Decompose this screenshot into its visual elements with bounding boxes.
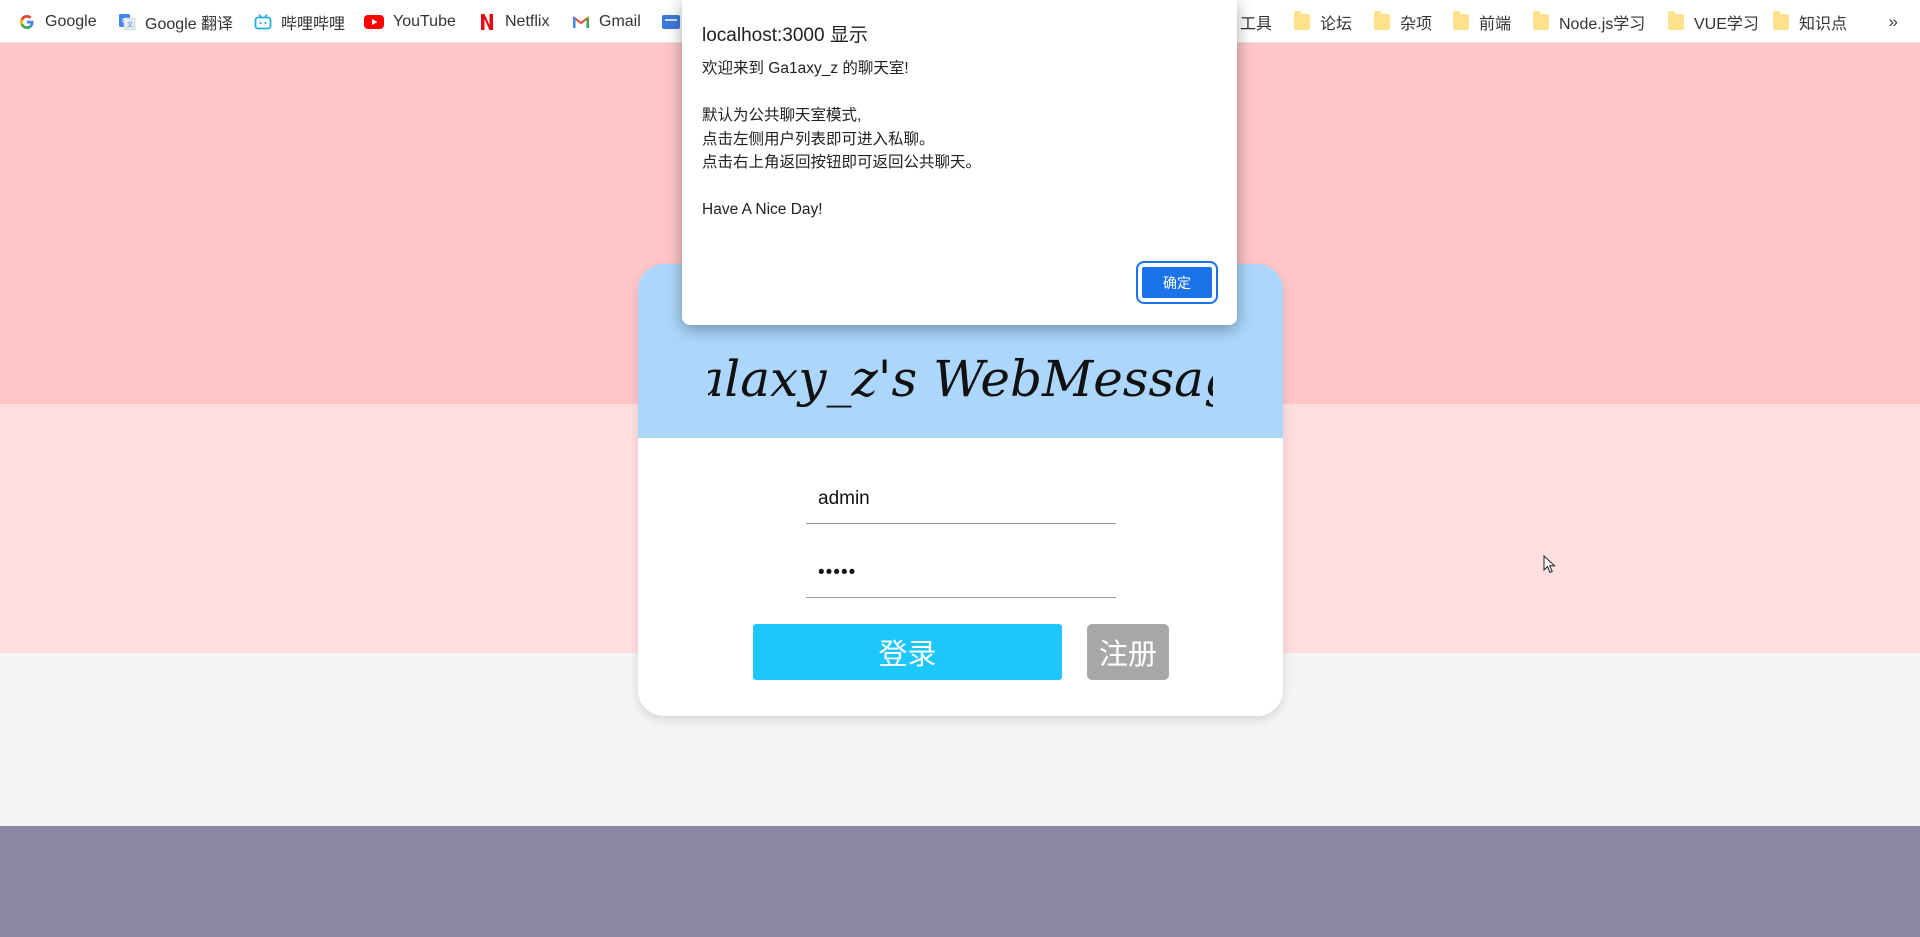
bookmark-label: Google (45, 12, 97, 30)
bookmark-label: 知识点 (1799, 15, 1848, 33)
folder-icon (1293, 10, 1311, 31)
google-icon (18, 13, 36, 31)
app-icon (662, 13, 680, 31)
register-button[interactable]: 注册 (1087, 624, 1169, 680)
folder-icon (1532, 10, 1550, 31)
bookmarks-overflow-button[interactable]: » (1889, 0, 1898, 43)
dialog-line: Have A Nice Day! (702, 201, 823, 218)
dialog-line: 默认为公共聊天室模式, (702, 107, 862, 124)
folder-icon (1667, 10, 1685, 31)
bookmark-google[interactable]: Google (18, 0, 97, 43)
dialog-line (702, 175, 981, 199)
bookmark-label: 论坛 (1320, 15, 1353, 33)
bookmark-label: 工具 (1240, 15, 1273, 33)
password-input[interactable] (806, 548, 1116, 598)
bookmark-partial[interactable] (662, 0, 680, 43)
dialog-message: 欢迎来到 Ga1axy_z 的聊天室! 默认为公共聊天室模式, 点击左侧用户列表… (702, 57, 981, 222)
bookmark-label: VUE学习 (1694, 15, 1759, 33)
bookmark-label: Netflix (505, 12, 550, 30)
bookmark-label: 哔哩哔哩 (281, 15, 346, 33)
username-input[interactable] (806, 474, 1116, 524)
bookmark-google-translate[interactable]: G文 Google 翻译 (118, 0, 233, 43)
gmail-icon (572, 13, 590, 31)
bookmark-bilibili[interactable]: 哔哩哔哩 (254, 0, 345, 43)
bookmark-folder-nodejs[interactable]: Node.js学习 (1532, 0, 1645, 43)
bookmark-folder-vue[interactable]: VUE学习 (1667, 0, 1759, 43)
folder-icon (1373, 10, 1391, 31)
google-translate-icon: G文 (118, 13, 136, 31)
dialog-line: 点击左侧用户列表即可进入私聊。 (702, 130, 935, 148)
login-button[interactable]: 登录 (753, 624, 1062, 680)
bookmark-folder-misc[interactable]: 杂项 (1373, 0, 1432, 43)
bookmark-netflix[interactable]: Netflix (478, 0, 549, 43)
dialog-line: 点击右上角返回按钮即可返回公共聊天。 (702, 154, 982, 171)
background-band-bottom (0, 826, 1920, 937)
bookmark-label: Google 翻译 (145, 15, 234, 33)
bookmark-folder-forum[interactable]: 论坛 (1293, 0, 1352, 43)
bookmark-youtube[interactable]: YouTube (364, 0, 456, 43)
dialog-ok-button[interactable]: 确定 (1136, 261, 1218, 304)
folder-icon (1772, 10, 1790, 31)
bookmark-folder-tools[interactable]: 工具 (1240, 0, 1272, 43)
bookmark-label: Gmail (599, 12, 641, 30)
bookmark-label: YouTube (393, 12, 456, 30)
netflix-icon (478, 13, 496, 31)
bilibili-icon (254, 13, 272, 31)
bookmark-label: Node.js学习 (1559, 15, 1646, 33)
svg-text:文: 文 (127, 21, 133, 29)
folder-icon (1452, 10, 1470, 31)
bookmark-gmail[interactable]: Gmail (572, 0, 641, 43)
svg-text:Galaxy_z's WebMessage: Galaxy_z's WebMessage (708, 350, 1213, 408)
dialog-line: 欢迎来到 Ga1axy_z 的聊天室! (702, 60, 909, 77)
bookmark-label: 前端 (1479, 15, 1512, 33)
bookmark-folder-knowledge[interactable]: 知识点 (1772, 0, 1847, 43)
login-card: Galaxy_z's WebMessage 登录 注册 (638, 264, 1283, 716)
handwritten-logo: Galaxy_z's WebMessage (708, 350, 1213, 408)
bookmark-label: 杂项 (1400, 15, 1433, 33)
alert-dialog: localhost:3000 显示 欢迎来到 Ga1axy_z 的聊天室! 默认… (682, 0, 1237, 325)
youtube-icon (364, 13, 384, 31)
dialog-title: localhost:3000 显示 (702, 25, 868, 46)
dialog-line (702, 81, 981, 105)
bookmark-folder-frontend[interactable]: 前端 (1452, 0, 1511, 43)
mouse-cursor-icon (1543, 555, 1556, 574)
